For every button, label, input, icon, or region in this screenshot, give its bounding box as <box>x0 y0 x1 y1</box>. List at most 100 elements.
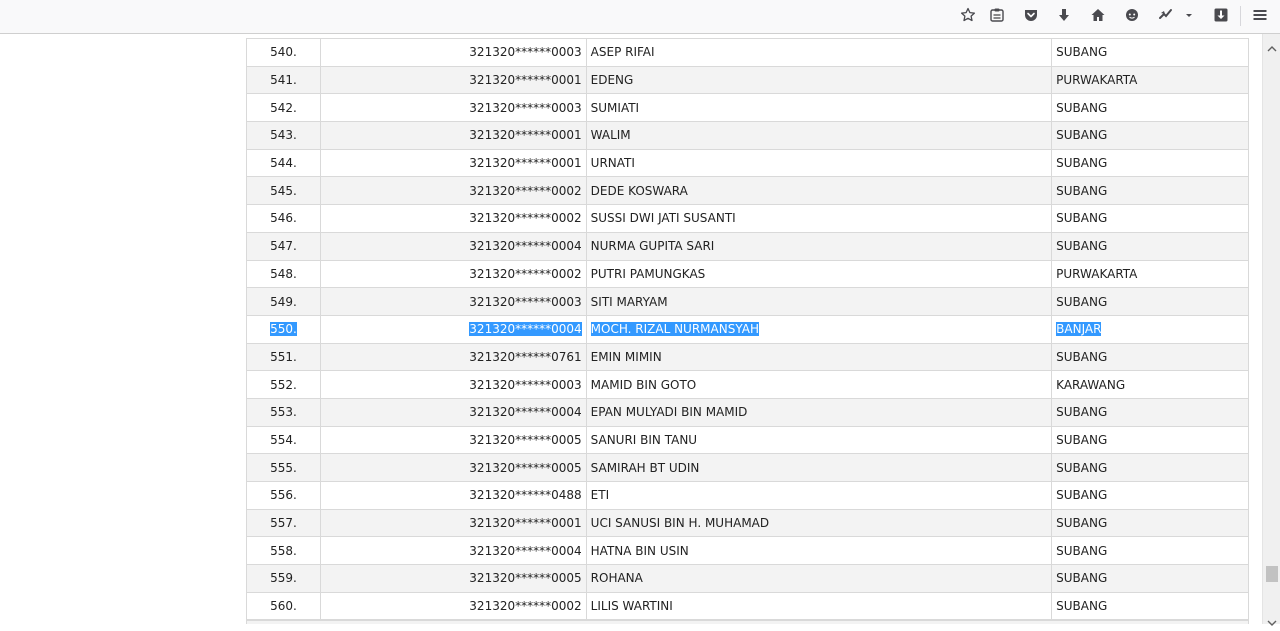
table-row: 554. 321320******0005 SANURI BIN TANU SUBAN… <box>246 425 1249 455</box>
row-name-text: MAMID BIN GOTO <box>590 377 697 392</box>
row-id-text: 321320******0002 <box>469 211 582 226</box>
row-city-text: SUBANG <box>1056 405 1108 420</box>
row-name-text: EMIN MIMIN <box>590 349 662 364</box>
row-number-text: 552. <box>270 377 297 392</box>
row-id-cell: 321320******0761 <box>319 342 587 372</box>
table-row: 560. 321320******0002 LILIS WARTINI SUBANG <box>246 591 1249 621</box>
row-city-cell: SUBANG <box>1051 425 1249 455</box>
pocket-icon[interactable] <box>1018 4 1044 26</box>
row-city-text: SUBANG <box>1056 156 1108 171</box>
row-number-cell: 542. <box>246 93 321 123</box>
row-id-text: 321320******0004 <box>469 239 582 254</box>
row-name-cell: WALIM <box>585 121 1053 150</box>
row-id-text: 321320******0005 <box>469 432 582 447</box>
row-city-text: SUBANG <box>1056 543 1108 558</box>
row-city-text: SUBANG <box>1056 45 1108 60</box>
vertical-scrollbar[interactable] <box>1262 34 1280 626</box>
row-name-cell: ROHANA <box>585 564 1053 593</box>
row-id-text: 321320******0005 <box>469 571 582 586</box>
row-id-cell: 321320******0002 <box>319 204 587 233</box>
row-name-text: UCI SANUSI BIN H. MUHAMAD <box>590 516 770 531</box>
row-id-text: 321320******0004 <box>469 405 582 420</box>
row-city-cell: SUBANG <box>1051 231 1249 261</box>
download-arrow-icon[interactable] <box>1051 4 1077 26</box>
table-row: 557. 321320******0001 UCI SANUSI BIN H. MU… <box>246 508 1249 538</box>
row-number-text: 548. <box>270 266 297 281</box>
row-city-text: SUBANG <box>1056 211 1108 226</box>
row-city-cell: SUBANG <box>1051 287 1249 316</box>
row-id-text: 321320******0003 <box>469 294 582 309</box>
row-city-text: SUBANG <box>1056 349 1108 364</box>
row-city-cell: SUBANG <box>1051 342 1249 372</box>
row-city-text: SUBANG <box>1056 488 1108 503</box>
page-content: 540. 321320******0003 ASEP RIFAI SUBANG 541.… <box>0 34 1262 624</box>
table-row: 542. 321320******0003 SUMIATI SUBANG <box>246 93 1249 123</box>
row-number-text: 560. <box>270 599 297 614</box>
row-city-cell: SUBANG <box>1051 453 1249 482</box>
row-id-text: 321320******0002 <box>469 599 582 614</box>
row-id-cell: 321320******0001 <box>319 121 587 150</box>
row-number-cell: 551. <box>246 342 321 372</box>
row-id-cell: 321320******0004 <box>319 397 587 427</box>
row-city-cell: SUBANG <box>1051 204 1249 233</box>
row-city-text: PURWAKARTA <box>1056 266 1138 281</box>
row-id-text: 321320******0002 <box>469 183 582 198</box>
row-id-text: 321320******0488 <box>469 488 582 503</box>
row-number-cell: 549. <box>246 287 321 316</box>
row-name-cell: EMIN MIMIN <box>585 342 1053 372</box>
row-id-cell: 321320******0001 <box>319 148 587 178</box>
row-name-text: MOCH. RIZAL NURMANSYAH <box>590 322 759 337</box>
row-city-text: SUBANG <box>1056 571 1108 586</box>
row-id-cell: 321320******0488 <box>319 481 587 510</box>
table-row: 541. 321320******0001 EDENG PURWAKARTA <box>246 65 1249 95</box>
row-number-cell: 555. <box>246 453 321 482</box>
table-row: 547. 321320******0004 NURMA GUPITA SARI SUB… <box>246 231 1249 261</box>
row-id-cell: 321320******0001 <box>319 65 587 95</box>
browser-toolbar <box>0 0 1280 34</box>
row-name-cell: ASEP RIFAI <box>585 38 1053 67</box>
table-row: 548. 321320******0002 PUTRI PAMUNGKAS PURWA… <box>246 259 1249 289</box>
row-number-cell: 548. <box>246 259 321 289</box>
row-name-cell: EDENG <box>585 65 1053 95</box>
extension-icon[interactable] <box>1153 4 1179 26</box>
table-row: 559. 321320******0005 ROHANA SUBANG <box>246 564 1249 593</box>
row-number-cell: 560. <box>246 591 321 621</box>
row-number-text: 551. <box>270 349 297 364</box>
row-name-text: ASEP RIFAI <box>590 45 655 60</box>
table-row: 540. 321320******0003 ASEP RIFAI SUBANG <box>246 38 1249 67</box>
row-number-text: 540. <box>270 45 297 60</box>
row-number-cell: 544. <box>246 148 321 178</box>
row-id-cell: 321320******0003 <box>319 370 587 399</box>
row-number-text: 558. <box>270 543 297 558</box>
row-number-text: 544. <box>270 156 297 171</box>
scrollbar-thumb[interactable] <box>1266 566 1278 582</box>
chat-icon[interactable] <box>1119 4 1145 26</box>
row-number-cell: 540. <box>246 38 321 67</box>
table-row: 550. 321320******0004 MOCH. RIZAL NURMANSY… <box>246 314 1249 344</box>
scroll-up-arrow-icon[interactable] <box>1267 38 1277 52</box>
row-number-text: 543. <box>270 128 297 143</box>
row-id-text: 321320******0761 <box>469 349 582 364</box>
row-name-text: EPAN MULYADI BIN MAMID <box>590 405 748 420</box>
row-city-cell: SUBANG <box>1051 508 1249 538</box>
row-number-cell: 558. <box>246 536 321 566</box>
row-number-text: 554. <box>270 432 297 447</box>
row-city-text: SUBANG <box>1056 183 1108 198</box>
row-city-text: SUBANG <box>1056 239 1108 254</box>
row-number-text: 547. <box>270 239 297 254</box>
star-icon[interactable] <box>955 4 981 26</box>
scroll-down-arrow-icon[interactable] <box>1267 612 1277 626</box>
row-id-text: 321320******0003 <box>469 100 582 115</box>
downloads-box-icon[interactable] <box>1208 4 1234 26</box>
reading-list-icon[interactable] <box>984 4 1010 26</box>
row-id-cell: 321320******0002 <box>319 176 587 206</box>
row-id-cell: 321320******0004 <box>319 536 587 566</box>
table-row: 549. 321320******0003 SITI MARYAM SUBANG <box>246 287 1249 316</box>
hamburger-menu-icon[interactable] <box>1247 4 1273 26</box>
home-icon[interactable] <box>1085 4 1111 26</box>
row-id-text: 321320******0001 <box>469 156 582 171</box>
row-number-cell: 557. <box>246 508 321 538</box>
row-id-text: 321320******0005 <box>469 460 582 475</box>
dropdown-arrow-icon[interactable] <box>1180 4 1198 26</box>
row-id-cell: 321320******0002 <box>319 591 587 621</box>
